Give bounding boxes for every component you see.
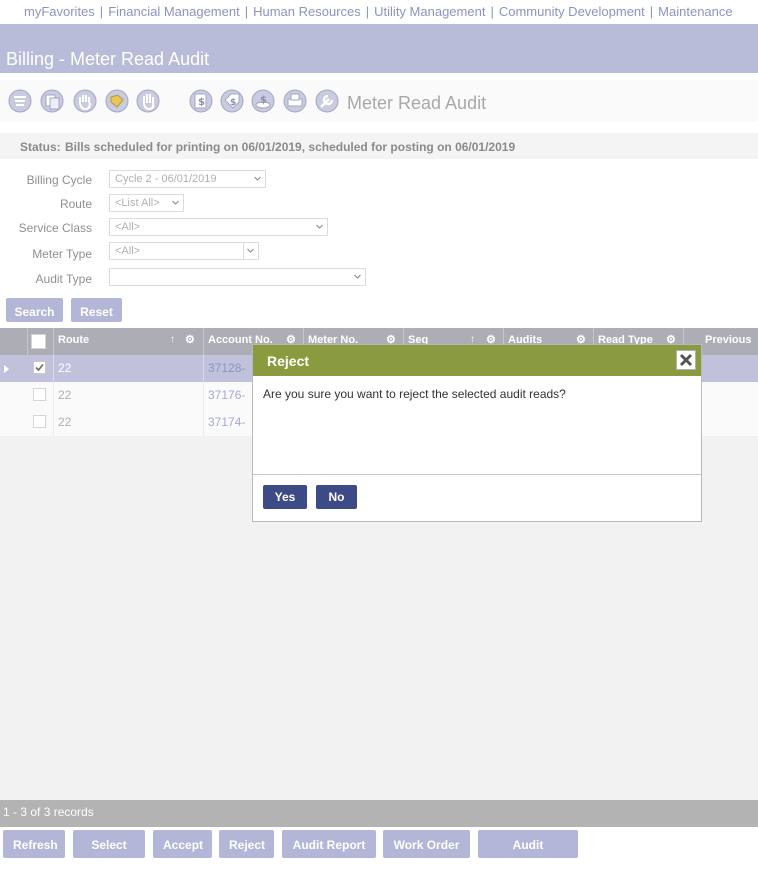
- footer-actions: Refresh Select All Accept Reject Audit R…: [0, 828, 758, 882]
- svg-text:$: $: [230, 98, 236, 108]
- reset-button[interactable]: Reset: [71, 298, 122, 322]
- row-selected-indicator-icon: [4, 365, 9, 373]
- dollar-tag-icon[interactable]: $: [219, 88, 245, 114]
- dialog-message: Are you sure you want to reject the sele…: [263, 387, 566, 401]
- nav-maintenance[interactable]: Maintenance: [658, 4, 732, 19]
- meter-type-divider: [243, 243, 244, 259]
- list-icon[interactable]: [7, 88, 33, 114]
- cell-route: 22: [53, 355, 203, 382]
- billing-cycle-select[interactable]: Cycle 2 - 06/01/2019: [109, 170, 266, 188]
- reject-dialog: Reject Are you sure you want to reject t…: [252, 344, 702, 522]
- route-select[interactable]: <List All>: [109, 194, 184, 212]
- nav-human-resources[interactable]: Human Resources: [253, 4, 361, 19]
- audit-type-label: Audit Type: [35, 272, 92, 286]
- accept-button[interactable]: Accept: [153, 830, 212, 858]
- work-order-button[interactable]: Work Order: [383, 830, 470, 858]
- nav-utility-management[interactable]: Utility Management: [374, 4, 485, 19]
- grid-header-select: [27, 328, 53, 355]
- billing-cycle-value: Cycle 2 - 06/01/2019: [115, 173, 217, 185]
- audit-analysis-button[interactable]: Audit Analysis: [478, 830, 578, 882]
- tools-icon[interactable]: [314, 88, 340, 114]
- close-icon[interactable]: [676, 350, 696, 370]
- chevron-down-icon: [354, 274, 361, 279]
- nav-separator: |: [99, 4, 104, 19]
- meter-type-select[interactable]: <All>: [109, 242, 259, 260]
- sort-up-icon[interactable]: ↑: [170, 328, 175, 352]
- status-text: Bills scheduled for printing on 06/01/20…: [65, 140, 516, 154]
- toolbar: $ $ $ Meter Read Audit: [0, 80, 758, 122]
- status-bar: Status: Bills scheduled for printing on …: [0, 133, 758, 159]
- row-checkbox[interactable]: [33, 388, 46, 401]
- gear-icon[interactable]: ⚙: [185, 328, 195, 352]
- refresh-button[interactable]: Refresh: [3, 830, 65, 858]
- select-all-checkbox[interactable]: [31, 334, 46, 349]
- dollar-stack-icon[interactable]: $: [250, 88, 276, 114]
- nav-myfavorites[interactable]: myFavorites: [24, 4, 95, 19]
- chevron-down-icon: [254, 176, 261, 181]
- nav-separator: |: [649, 4, 654, 19]
- toolbar-title: Meter Read Audit: [347, 93, 487, 113]
- column-route[interactable]: Route ↑ ⚙: [53, 328, 203, 355]
- hand-icon[interactable]: [72, 88, 98, 114]
- tag-hand-icon[interactable]: [104, 88, 130, 114]
- nav-separator: |: [244, 4, 249, 19]
- cell-account-link[interactable]: 37128-0(: [203, 355, 253, 402]
- checkmark-icon: [35, 363, 44, 372]
- billing-cycle-label: Billing Cycle: [26, 173, 92, 187]
- nav-community-development[interactable]: Community Development: [499, 4, 645, 19]
- service-class-value: <All>: [115, 221, 141, 233]
- dialog-title: Reject: [267, 353, 310, 369]
- page-title: Billing - Meter Read Audit: [6, 49, 210, 69]
- top-nav: myFavorites | Financial Management | Human R…: [0, 0, 758, 24]
- svg-text:$: $: [260, 95, 267, 106]
- cell-account-link[interactable]: 37176-0(: [203, 382, 253, 429]
- print-icon[interactable]: [282, 88, 308, 114]
- meter-type-value: <All>: [115, 245, 141, 257]
- route-value: <List All>: [115, 197, 160, 209]
- route-label: Route: [59, 197, 92, 211]
- stop-hand-icon[interactable]: [135, 88, 161, 114]
- page-title-bar: Billing - Meter Read Audit: [0, 24, 758, 73]
- service-class-label: Service Class: [18, 221, 92, 235]
- yes-button[interactable]: Yes: [263, 485, 307, 509]
- row-checkbox[interactable]: [33, 415, 46, 428]
- grid-header-expander: [0, 328, 27, 355]
- service-class-select[interactable]: <All>: [109, 218, 328, 236]
- column-route-label: Route: [58, 334, 90, 346]
- search-button[interactable]: Search: [6, 298, 63, 322]
- audit-type-select[interactable]: [109, 268, 366, 286]
- status-label: Status:: [20, 140, 61, 154]
- nav-separator: |: [365, 4, 370, 19]
- meter-type-label: Meter Type: [32, 247, 92, 261]
- record-count-bar: 1 - 3 of 3 records: [0, 800, 758, 827]
- select-all-button[interactable]: Select All: [73, 830, 145, 882]
- nav-separator: |: [490, 4, 494, 19]
- no-button[interactable]: No: [316, 485, 357, 509]
- reject-button[interactable]: Reject: [219, 830, 274, 858]
- svg-text:$: $: [198, 97, 205, 108]
- dialog-divider: [253, 474, 701, 475]
- audit-report-button[interactable]: Audit Report: [282, 830, 376, 858]
- dialog-header: Reject: [253, 345, 701, 376]
- copy-icon[interactable]: [39, 88, 65, 114]
- record-count: 1 - 3 of 3 records: [3, 805, 94, 819]
- cell-route: 22: [53, 409, 203, 436]
- row-checkbox[interactable]: [33, 361, 46, 374]
- chevron-down-icon: [172, 200, 179, 205]
- cell-account-link[interactable]: 37174-0(: [203, 409, 253, 456]
- chevron-down-icon: [316, 224, 323, 229]
- dollar-doc-icon[interactable]: $: [188, 88, 214, 114]
- chevron-down-icon: [247, 248, 254, 253]
- nav-financial-management[interactable]: Financial Management: [108, 4, 240, 19]
- cell-route: 22: [53, 382, 203, 409]
